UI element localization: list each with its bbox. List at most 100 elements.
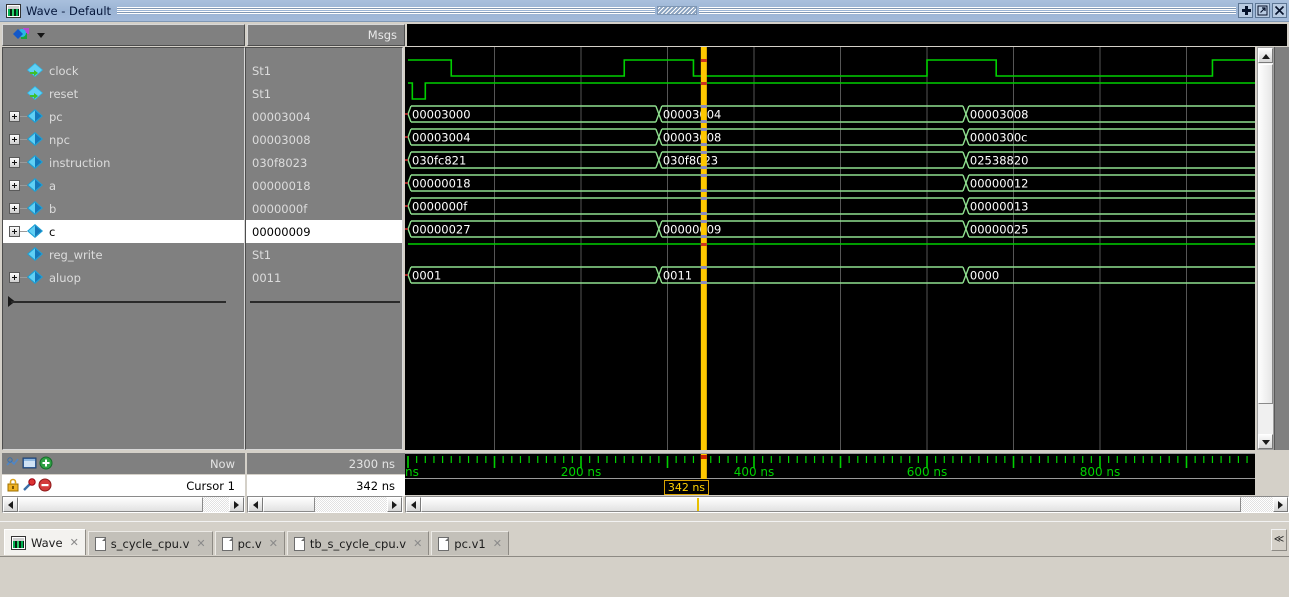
now-label-cell: Now — [2, 453, 245, 474]
close-button[interactable] — [1272, 3, 1288, 18]
cursor-label-cell[interactable]: Cursor 1 — [2, 475, 245, 496]
modelsim-wave-window: Wave - Default Msgs clock reset pc npc i… — [0, 0, 1289, 597]
names-hscroll-thumb[interactable] — [18, 497, 203, 512]
wave-hscroll-track[interactable] — [421, 497, 1273, 512]
tab-tb-s-cycle-cpu-v[interactable]: tb_s_cycle_cpu.v ✕ — [286, 531, 430, 555]
tab-pc-v1[interactable]: pc.v1 ✕ — [431, 531, 509, 555]
titlebar-grip-right — [698, 6, 1237, 15]
svg-text:0001: 0001 — [412, 269, 441, 283]
tab-close-icon[interactable]: ✕ — [70, 536, 79, 549]
values-hscroll-right[interactable] — [387, 497, 402, 512]
signal-value-panel[interactable]: St1 St1 00003004 00003008 030f8023 00000018 00… — [245, 47, 403, 450]
svg-text:00003008: 00003008 — [970, 108, 1029, 122]
names-hscroll-track[interactable] — [18, 497, 229, 512]
tab-overflow-button[interactable]: ≪ — [1271, 529, 1287, 551]
svg-text:030fc821: 030fc821 — [412, 154, 466, 168]
expand-toggle-npc[interactable] — [9, 134, 20, 145]
signal-diamond-icon — [27, 155, 44, 170]
tab-close-icon[interactable]: ✕ — [493, 537, 502, 550]
signal-name-label: a — [49, 178, 57, 193]
tab-pc-v[interactable]: pc.v ✕ — [214, 531, 285, 555]
values-hscroll-left[interactable] — [248, 497, 263, 512]
tree-elbow — [20, 162, 27, 163]
signal-row-reset[interactable]: reset — [3, 82, 244, 105]
signal-row-aluop[interactable]: aluop — [3, 266, 244, 289]
signal-row-instruction[interactable]: instruction — [3, 151, 244, 174]
signal-value-row-aluop: 0011 — [246, 266, 402, 289]
svg-text:02538820: 02538820 — [970, 154, 1029, 168]
signal-row-a[interactable]: a — [3, 174, 244, 197]
signal-row-npc[interactable]: npc — [3, 128, 244, 151]
wave-hscroll-thumb[interactable] — [421, 497, 1241, 512]
signal-name-panel[interactable]: clock reset pc npc instruction a b c reg_writeal… — [2, 47, 245, 450]
tab-list: Wave ✕ s_cycle_cpu.v ✕ pc.v ✕ tb_s_cycle_cpu.v… — [4, 529, 511, 555]
search-icon[interactable] — [6, 456, 20, 473]
signal-row-clock[interactable]: clock — [3, 59, 244, 82]
lock-icon[interactable] — [6, 478, 20, 495]
svg-text:200 ns: 200 ns — [561, 465, 602, 479]
wave-vertical-scrollbar[interactable] — [1257, 47, 1274, 450]
expand-toggle-a[interactable] — [9, 180, 20, 191]
signal-row-b[interactable]: b — [3, 197, 244, 220]
svg-text:00000018: 00000018 — [412, 177, 471, 191]
wave-hscroll-right[interactable] — [1273, 497, 1288, 512]
expand-toggle-instruction[interactable] — [9, 157, 20, 168]
chevron-down-icon[interactable] — [37, 32, 45, 38]
wave-hscroll-left[interactable] — [406, 497, 421, 512]
dock-button[interactable] — [1238, 3, 1254, 18]
tab-wave[interactable]: Wave ✕ — [4, 529, 86, 555]
signal-value-label: 030f8023 — [252, 155, 308, 170]
signal-diamond-icon — [27, 63, 44, 78]
expand-toggle-aluop[interactable] — [9, 272, 20, 283]
svg-text:00000025: 00000025 — [970, 223, 1029, 237]
values-hscroll-thumb[interactable] — [263, 497, 315, 512]
titlebar-drag-handle[interactable] — [656, 6, 697, 15]
names-hscroll-right[interactable] — [229, 497, 244, 512]
signal-name-label: pc — [49, 109, 63, 124]
now-toolbar-icons — [6, 456, 53, 473]
object-filter-icon[interactable] — [11, 27, 31, 43]
signal-diamond-icon — [27, 109, 44, 124]
scroll-up-button[interactable] — [1258, 48, 1273, 63]
values-hscroll-track[interactable] — [263, 497, 387, 512]
signal-name-label: aluop — [49, 270, 81, 285]
tab-close-icon[interactable]: ✕ — [269, 537, 278, 550]
tab-close-icon[interactable]: ✕ — [196, 537, 205, 550]
signal-value-label: 00000018 — [252, 178, 311, 193]
expand-toggle-b[interactable] — [9, 203, 20, 214]
tree-elbow — [20, 185, 27, 186]
expand-toggle-c[interactable] — [9, 226, 20, 237]
signal-row-pc[interactable]: pc — [3, 105, 244, 128]
names-hscrollbar[interactable] — [2, 496, 245, 513]
file-icon — [293, 536, 305, 551]
value-column-header[interactable]: Msgs — [247, 24, 405, 46]
names-hscroll-left[interactable] — [3, 497, 18, 512]
delete-icon[interactable] — [38, 478, 52, 495]
window-icon[interactable] — [22, 456, 37, 473]
tab-s-cycle-cpu-v[interactable]: s_cycle_cpu.v ✕ — [87, 531, 213, 555]
signal-row-c[interactable]: c — [3, 220, 244, 243]
expand-toggle-pc[interactable] — [9, 111, 20, 122]
wrench-icon[interactable] — [22, 478, 36, 495]
tab-close-icon[interactable]: ✕ — [413, 537, 422, 550]
time-ruler[interactable]: ns200 ns400 ns600 ns800 ns100 342 ns — [405, 453, 1255, 495]
vscroll-thumb[interactable] — [1258, 64, 1273, 404]
cursor-value[interactable]: 342 ns — [247, 475, 405, 496]
signal-diamond-icon — [27, 132, 44, 147]
name-column-header[interactable] — [2, 24, 245, 46]
svg-text:030f8023: 030f8023 — [663, 154, 718, 168]
signal-name-label: reg_write — [49, 247, 103, 262]
values-hscrollbar[interactable] — [247, 496, 403, 513]
undock-button[interactable] — [1255, 3, 1271, 18]
svg-text:00000009: 00000009 — [663, 223, 722, 237]
signal-name-label: clock — [49, 63, 79, 78]
tree-elbow — [20, 277, 27, 278]
signal-row-reg_write[interactable]: reg_write — [3, 243, 244, 266]
scroll-down-button[interactable] — [1258, 434, 1273, 449]
add-cursor-icon[interactable] — [39, 456, 53, 473]
signal-value-row-instruction: 030f8023 — [246, 151, 402, 174]
signal-value-label: St1 — [252, 63, 272, 78]
wave-hscrollbar[interactable] — [405, 496, 1289, 513]
hscroll-cursor-marker — [697, 498, 699, 511]
waveform-canvas[interactable]: 00003000 00003004 00003008 00003004 00003008… — [405, 47, 1255, 450]
